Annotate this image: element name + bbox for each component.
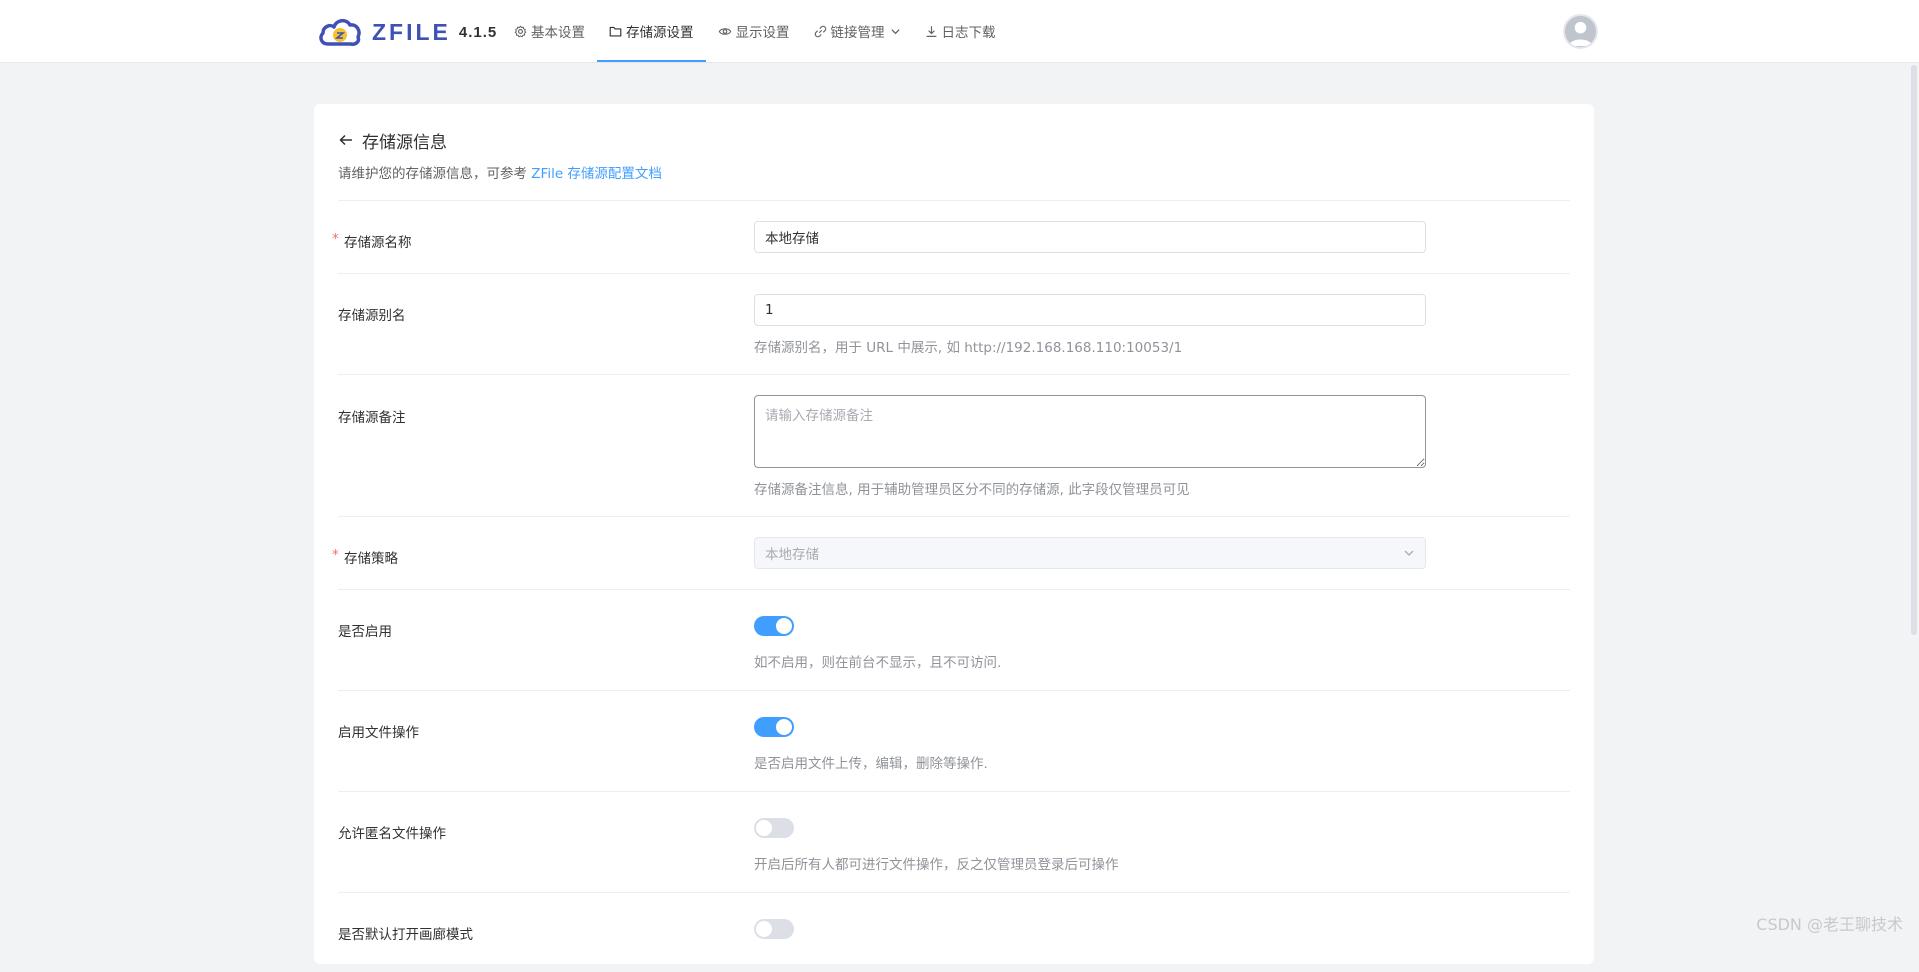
back-arrow-icon[interactable] [338, 132, 354, 148]
form-row-alias: 存储源别名 存储源别名，用于 URL 中展示, 如 http://192.168… [338, 273, 1570, 374]
switch-knob [776, 719, 792, 735]
remark-control: 存储源备注信息, 用于辅助管理员区分不同的存储源, 此字段仅管理员可见 [754, 395, 1426, 498]
gallery-switch[interactable] [754, 919, 794, 939]
title-row: 存储源信息 [338, 128, 1570, 152]
anon-ops-control: 开启后所有人都可进行文件操作，反之仅管理员登录后可操作 [754, 818, 1119, 873]
chevron-down-icon [890, 26, 901, 37]
form-row-anon-ops: 允许匿名文件操作 开启后所有人都可进行文件操作，反之仅管理员登录后可操作 [338, 791, 1570, 892]
alias-label: 存储源别名 [338, 304, 406, 324]
anon-ops-switch[interactable] [754, 818, 794, 838]
switch-knob [756, 820, 772, 836]
gallery-label: 是否默认打开画廊模式 [338, 923, 473, 943]
form-row-remark: 存储源备注 存储源备注信息, 用于辅助管理员区分不同的存储源, 此字段仅管理员可… [338, 374, 1570, 516]
strategy-label: *存储策略 [337, 547, 398, 567]
gear-icon [514, 25, 527, 38]
scrollbar-thumb[interactable] [1911, 65, 1917, 635]
nav-basic-settings[interactable]: 基本设置 [502, 0, 597, 62]
nav-storage-settings[interactable]: 存储源设置 [597, 0, 706, 62]
anon-ops-help: 开启后所有人都可进行文件操作，反之仅管理员登录后可操作 [754, 853, 1119, 873]
logo-text: ZFILE [372, 19, 451, 46]
form-row-enable: 是否启用 如不启用，则在前台不显示，且不可访问. [338, 589, 1570, 690]
remark-label: 存储源备注 [338, 406, 406, 426]
top-header: ZFILE 4.1.5 基本设置 存储源设置 显示设置 [0, 0, 1919, 63]
storage-name-input[interactable] [754, 221, 1426, 253]
alias-help: 存储源别名，用于 URL 中展示, 如 http://192.168.168.1… [754, 336, 1426, 356]
form-row-gallery: 是否默认打开画廊模式 [338, 892, 1570, 972]
file-ops-control: 是否启用文件上传，编辑，删除等操作. [754, 717, 988, 772]
nav-log-download[interactable]: 日志下载 [913, 0, 1008, 62]
enable-label: 是否启用 [338, 620, 392, 640]
form-row-file-ops: 启用文件操作 是否启用文件上传，编辑，删除等操作. [338, 690, 1570, 791]
page-scrollbar[interactable] [1909, 63, 1919, 941]
page-subtitle: 请维护您的存储源信息，可参考 ZFile 存储源配置文档 [338, 162, 1570, 182]
label-text: 存储策略 [344, 551, 398, 567]
gallery-control [754, 919, 794, 939]
form-row-strategy: *存储策略 本地存储 [338, 516, 1570, 589]
file-ops-switch[interactable] [754, 717, 794, 737]
nav-display-settings[interactable]: 显示设置 [706, 0, 802, 62]
name-label: *存储源名称 [337, 231, 412, 251]
file-ops-help: 是否启用文件上传，编辑，删除等操作. [754, 752, 988, 772]
chevron-down-icon [1403, 547, 1415, 559]
alias-control: 存储源别名，用于 URL 中展示, 如 http://192.168.168.1… [754, 294, 1426, 356]
select-value: 本地存储 [765, 543, 819, 563]
link-icon [814, 25, 827, 38]
storage-strategy-select[interactable]: 本地存储 [754, 537, 1426, 569]
file-ops-label: 启用文件操作 [338, 721, 419, 741]
nav-label: 显示设置 [736, 21, 790, 41]
page-title: 存储源信息 [362, 128, 447, 153]
required-star: * [332, 231, 339, 247]
storage-alias-input[interactable] [754, 294, 1426, 326]
strategy-control: 本地存储 [754, 537, 1426, 569]
cloud-logo-icon [318, 16, 362, 48]
watermark: CSDN @老王聊技术 [1756, 911, 1903, 935]
logo[interactable]: ZFILE 4.1.5 [318, 14, 497, 50]
anon-ops-label: 允许匿名文件操作 [338, 822, 446, 842]
switch-knob [776, 618, 792, 634]
main-nav: 基本设置 存储源设置 显示设置 链接管理 [502, 0, 1008, 62]
storage-form-card: 存储源信息 请维护您的存储源信息，可参考 ZFile 存储源配置文档 *存储源名… [314, 104, 1594, 964]
nav-label: 基本设置 [531, 21, 585, 41]
card-header: 存储源信息 请维护您的存储源信息，可参考 ZFile 存储源配置文档 [338, 128, 1570, 182]
form-row-name: *存储源名称 [338, 200, 1570, 273]
name-control [754, 221, 1426, 253]
enable-help: 如不启用，则在前台不显示，且不可访问. [754, 651, 1001, 671]
download-icon [925, 25, 938, 38]
label-text: 存储源名称 [344, 235, 412, 251]
enable-control: 如不启用，则在前台不显示，且不可访问. [754, 616, 1001, 671]
folder-icon [609, 25, 622, 38]
eye-icon [718, 25, 732, 38]
version-label: 4.1.5 [459, 24, 497, 41]
switch-knob [756, 921, 772, 937]
config-doc-link[interactable]: ZFile 存储源配置文档 [531, 166, 662, 182]
nav-label: 链接管理 [831, 21, 885, 41]
required-star: * [332, 547, 339, 563]
user-avatar[interactable] [1563, 14, 1598, 49]
nav-link-management[interactable]: 链接管理 [802, 0, 913, 62]
nav-label: 存储源设置 [626, 21, 694, 41]
storage-form: *存储源名称 存储源别名 存储源别名，用于 URL 中展示, 如 http://… [338, 200, 1570, 972]
nav-label: 日志下载 [942, 21, 996, 41]
enable-switch[interactable] [754, 616, 794, 636]
remark-help: 存储源备注信息, 用于辅助管理员区分不同的存储源, 此字段仅管理员可见 [754, 478, 1426, 498]
subtitle-text: 请维护您的存储源信息，可参考 [338, 166, 531, 182]
storage-remark-textarea[interactable] [754, 395, 1426, 468]
user-icon [1565, 16, 1596, 47]
